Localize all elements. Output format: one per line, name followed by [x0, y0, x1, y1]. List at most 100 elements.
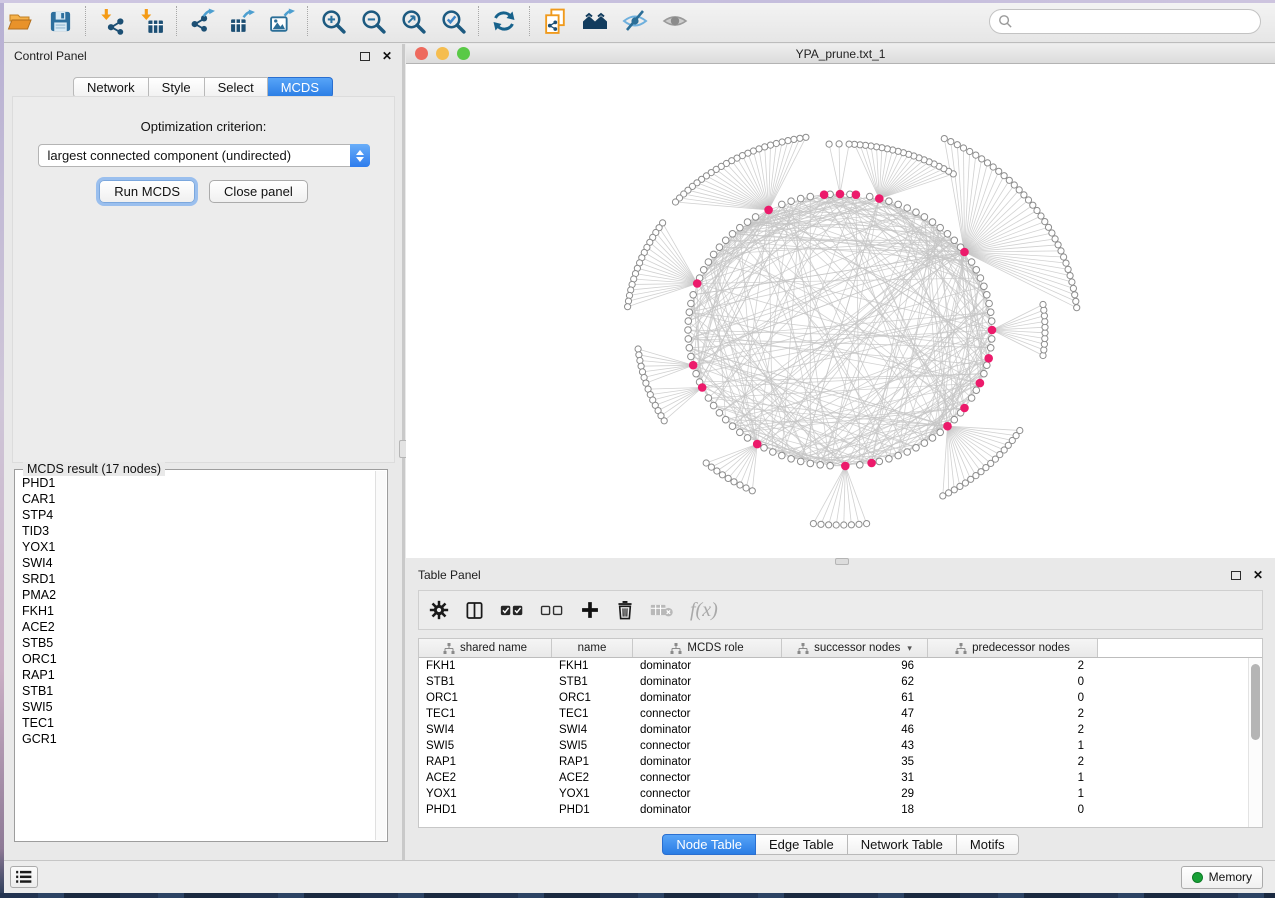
ring-node[interactable]: [977, 275, 984, 282]
leaf-node[interactable]: [1052, 236, 1058, 242]
mcds-hub-node[interactable]: [867, 459, 876, 468]
ring-node[interactable]: [690, 292, 697, 299]
leaf-node[interactable]: [1034, 207, 1040, 213]
mcds-hub-node[interactable]: [753, 440, 762, 449]
ring-node[interactable]: [744, 219, 751, 226]
leaf-node[interactable]: [826, 522, 832, 528]
ring-node[interactable]: [685, 318, 692, 325]
ring-node[interactable]: [693, 370, 700, 377]
ring-node[interactable]: [984, 362, 991, 369]
mcds-result-item[interactable]: ACE2: [22, 619, 375, 635]
leaf-node[interactable]: [731, 479, 737, 485]
tab-network[interactable]: Network: [73, 77, 149, 98]
leaf-node[interactable]: [826, 141, 832, 147]
leaf-node[interactable]: [1070, 285, 1076, 291]
run-mcds-button[interactable]: Run MCDS: [99, 180, 195, 203]
leaf-node[interactable]: [1001, 173, 1007, 179]
leaf-node[interactable]: [810, 521, 816, 527]
ring-node[interactable]: [904, 449, 911, 456]
leaf-node[interactable]: [672, 199, 678, 205]
ring-node[interactable]: [886, 198, 893, 205]
mcds-result-item[interactable]: SWI5: [22, 699, 375, 715]
mcds-hub-node[interactable]: [820, 190, 829, 199]
ring-node[interactable]: [797, 458, 804, 465]
ring-node[interactable]: [722, 416, 729, 423]
mcds-result-item[interactable]: TID3: [22, 523, 375, 539]
leaf-node[interactable]: [708, 464, 714, 470]
select-all-rows-button[interactable]: [500, 602, 524, 618]
hide-selected-button[interactable]: [615, 4, 655, 38]
ring-node[interactable]: [968, 395, 975, 402]
open-file-button[interactable]: [0, 4, 40, 38]
leaf-node[interactable]: [984, 160, 990, 166]
column-header-name[interactable]: name: [552, 639, 633, 657]
mcds-hub-node[interactable]: [764, 206, 773, 215]
ring-node[interactable]: [866, 193, 873, 200]
leaf-node[interactable]: [1021, 192, 1027, 198]
apply-function-button[interactable]: f(x): [690, 599, 718, 622]
mcds-result-item[interactable]: CAR1: [22, 491, 375, 507]
ring-node[interactable]: [988, 318, 995, 325]
ring-node[interactable]: [951, 416, 958, 423]
ring-node[interactable]: [779, 452, 786, 459]
ring-node[interactable]: [944, 231, 951, 238]
mcds-list-scrollbar[interactable]: [375, 471, 386, 840]
tab-network-table[interactable]: Network Table: [848, 834, 957, 855]
mcds-result-item[interactable]: SWI4: [22, 555, 375, 571]
mcds-result-item[interactable]: STB1: [22, 683, 375, 699]
column-header-successor-nodes[interactable]: successor nodes▾: [782, 639, 928, 657]
leaf-node[interactable]: [856, 521, 862, 527]
save-session-button[interactable]: [40, 4, 80, 38]
zoom-out-button[interactable]: [353, 4, 393, 38]
leaf-node[interactable]: [1074, 305, 1080, 311]
leaf-node[interactable]: [661, 418, 667, 424]
leaf-node[interactable]: [725, 475, 731, 481]
leaf-node[interactable]: [1049, 230, 1055, 236]
leaf-node[interactable]: [625, 304, 631, 310]
leaf-node[interactable]: [1058, 248, 1064, 254]
ring-node[interactable]: [987, 309, 994, 316]
ring-node[interactable]: [913, 209, 920, 216]
ring-node[interactable]: [921, 214, 928, 221]
leaf-node[interactable]: [785, 138, 791, 144]
table-row[interactable]: ACE2ACE2connector311: [419, 770, 1248, 786]
leaf-node[interactable]: [643, 380, 649, 386]
network-canvas[interactable]: [406, 64, 1275, 557]
leaf-node[interactable]: [951, 487, 957, 493]
mcds-hub-node[interactable]: [960, 248, 969, 257]
leaf-node[interactable]: [635, 346, 641, 352]
leaf-node[interactable]: [636, 352, 642, 358]
ring-node[interactable]: [817, 462, 824, 469]
ring-node[interactable]: [744, 435, 751, 442]
leaf-node[interactable]: [1016, 187, 1022, 193]
mcds-hub-node[interactable]: [852, 190, 861, 199]
leaf-node[interactable]: [737, 482, 743, 488]
leaf-node[interactable]: [767, 142, 773, 148]
ring-node[interactable]: [729, 231, 736, 238]
ring-node[interactable]: [937, 429, 944, 436]
ring-node[interactable]: [788, 198, 795, 205]
float-table-panel-icon[interactable]: [1231, 571, 1241, 580]
leaf-node[interactable]: [960, 145, 966, 151]
ring-node[interactable]: [797, 195, 804, 202]
close-table-panel-icon[interactable]: ✕: [1253, 570, 1263, 580]
ring-node[interactable]: [716, 410, 723, 417]
column-header-shared-name[interactable]: shared name: [419, 639, 552, 657]
ring-node[interactable]: [700, 267, 707, 274]
first-neighbors-button[interactable]: [575, 4, 615, 38]
leaf-node[interactable]: [990, 164, 996, 170]
leaf-node[interactable]: [803, 134, 809, 140]
ring-node[interactable]: [729, 423, 736, 430]
delete-column-button[interactable]: [616, 600, 634, 620]
leaf-node[interactable]: [973, 152, 979, 158]
ring-node[interactable]: [984, 292, 991, 299]
mcds-hub-node[interactable]: [875, 194, 884, 203]
export-network-button[interactable]: [182, 4, 222, 38]
leaf-node[interactable]: [848, 522, 854, 528]
ring-node[interactable]: [981, 370, 988, 377]
ring-node[interactable]: [913, 445, 920, 452]
criterion-select[interactable]: largest connected component (undirected): [38, 144, 370, 167]
leaf-node[interactable]: [1030, 202, 1036, 208]
mcds-result-item[interactable]: SRD1: [22, 571, 375, 587]
leaf-node[interactable]: [1045, 224, 1051, 230]
